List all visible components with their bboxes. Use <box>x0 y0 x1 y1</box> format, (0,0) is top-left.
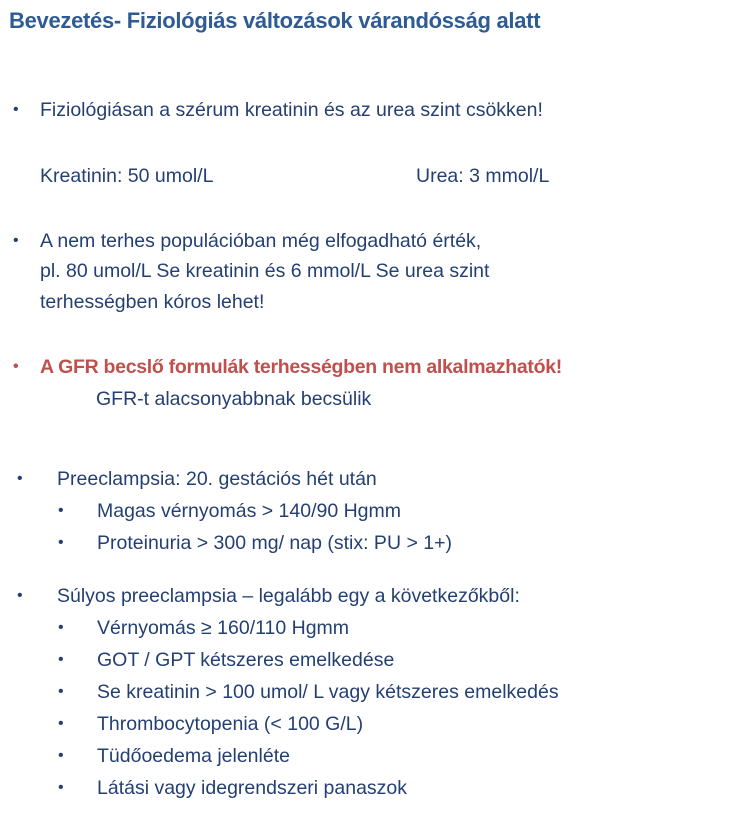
urea-value: Urea: 3 mmol/L <box>416 165 550 187</box>
sub-item: Thrombocytopenia (< 100 G/L) <box>97 713 364 735</box>
bullet-icon: • <box>17 587 23 604</box>
slide-title: Bevezetés- Fiziológiás változások várand… <box>9 8 541 33</box>
bullet-icon: • <box>58 534 64 551</box>
bullet-icon: • <box>58 779 64 796</box>
sub-item: Proteinuria > 300 mg/ nap (stix: PU > 1+… <box>97 532 452 554</box>
sub-item: Se kreatinin > 100 umol/ L vagy kétszere… <box>97 681 559 703</box>
sub-item: Látási vagy idegrendszeri panaszok <box>97 777 408 799</box>
sub-item: Magas vérnyomás > 140/90 Hgmm <box>97 500 402 522</box>
bullet-icon: • <box>58 683 64 700</box>
bullet-icon: • <box>58 502 64 519</box>
sub-text: GFR-t alacsonyabbnak becsülik <box>96 388 372 410</box>
highlight-text: A GFR becslő formulák terhességben nem a… <box>40 356 562 378</box>
bullet-icon: • <box>58 651 64 668</box>
bullet-text: Preeclampsia: 20. gestációs hét után <box>57 468 377 490</box>
bullet-icon: • <box>58 715 64 732</box>
bullet-text: pl. 80 umol/L Se kreatinin és 6 mmol/L S… <box>40 260 490 282</box>
bullet-icon: • <box>58 619 64 636</box>
bullet-icon: • <box>13 358 19 375</box>
bullet-icon: • <box>13 101 19 118</box>
sub-item: Vérnyomás ≥ 160/110 Hgmm <box>97 617 350 639</box>
bullet-icon: • <box>13 232 19 249</box>
bullet-text: terhességben kóros lehet! <box>40 291 265 313</box>
sub-item: GOT / GPT kétszeres emelkedése <box>97 649 395 671</box>
sub-item: Tüdőoedema jelenléte <box>97 745 290 767</box>
bullet-icon: • <box>58 747 64 764</box>
bullet-text: A nem terhes populációban még elfogadhat… <box>40 230 482 252</box>
bullet-text: Súlyos preeclampsia – legalább egy a köv… <box>57 585 520 607</box>
kreatinin-value: Kreatinin: 50 umol/L <box>40 165 214 187</box>
bullet-text: Fiziológiásan a szérum kreatinin és az u… <box>40 99 543 121</box>
bullet-icon: • <box>17 470 23 487</box>
